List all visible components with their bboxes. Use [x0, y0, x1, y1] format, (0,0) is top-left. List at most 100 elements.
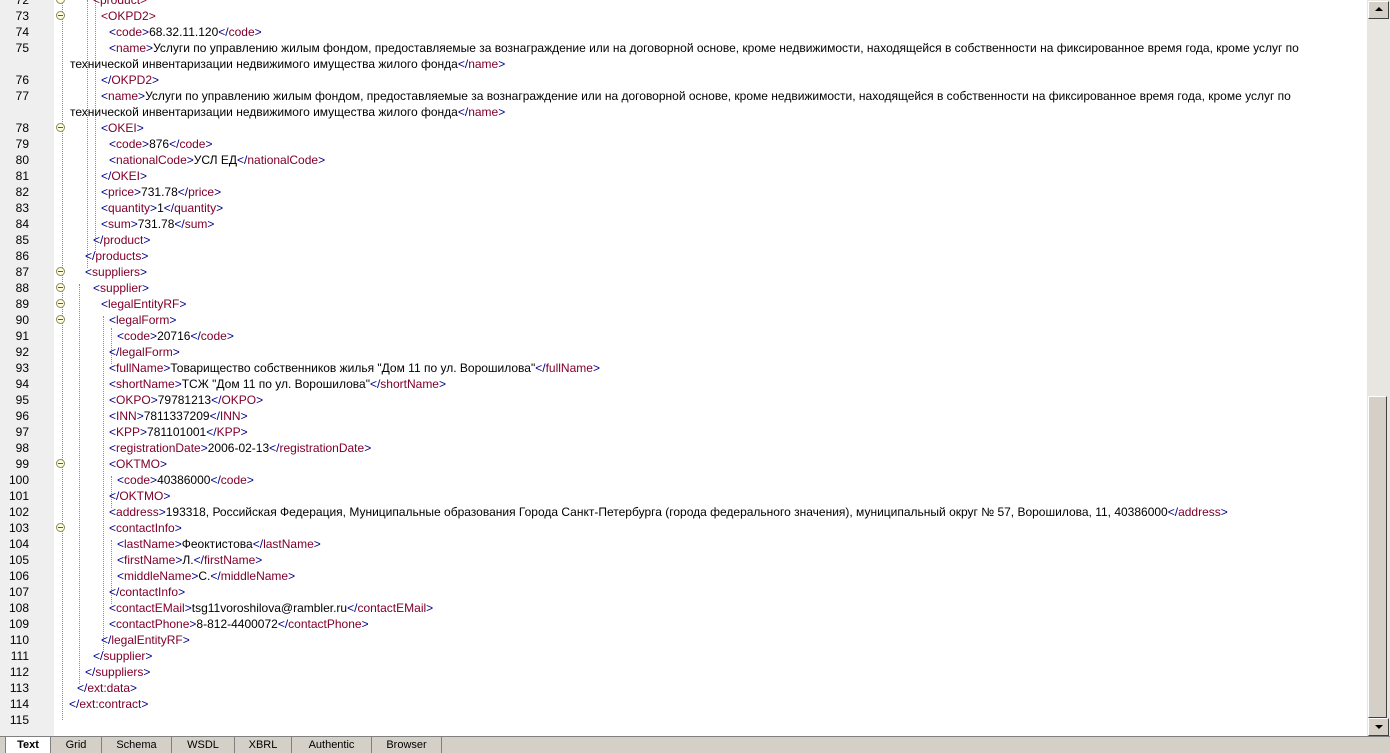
- line-number: 90: [15, 313, 29, 327]
- xml-tag-name: middleName: [124, 569, 192, 583]
- code-line[interactable]: 101 </OKTMO>: [0, 488, 1367, 504]
- tab-browser[interactable]: Browser: [372, 737, 442, 753]
- scroll-thumb[interactable]: [1368, 396, 1387, 718]
- vertical-scrollbar[interactable]: [1367, 0, 1390, 736]
- xml-bracket: <: [109, 137, 117, 151]
- fold-toggle-icon[interactable]: [56, 0, 65, 4]
- tab-authentic[interactable]: Authentic: [292, 737, 372, 753]
- fold-toggle-icon[interactable]: [56, 523, 65, 532]
- code-line[interactable]: 107 </contactInfo>: [0, 584, 1367, 600]
- scroll-up-button[interactable]: [1368, 1, 1389, 19]
- code-text: <supplier>: [70, 280, 1367, 296]
- code-line[interactable]: 97 <KPP>781101001</KPP>: [0, 424, 1367, 440]
- tab-schema[interactable]: Schema: [102, 737, 172, 753]
- code-text: <code>876</code>: [70, 136, 1367, 152]
- code-line[interactable]: 104 <lastName>Феоктистова</lastName>: [0, 536, 1367, 552]
- code-line[interactable]: 94 <shortName>ТСЖ "Дом 11 по ул. Ворошило…: [0, 376, 1367, 392]
- xml-bracket: </: [101, 73, 112, 87]
- code-line[interactable]: 92 </legalForm>: [0, 344, 1367, 360]
- xml-bracket: >: [182, 633, 190, 647]
- code-line[interactable]: 81 </OKEI>: [0, 168, 1367, 184]
- code-line[interactable]: 88 <supplier>: [0, 280, 1367, 296]
- code-line[interactable]: 105 <firstName>Л.</firstName>: [0, 552, 1367, 568]
- xml-bracket: >: [174, 521, 182, 535]
- code-line[interactable]: 115: [0, 712, 1367, 728]
- code-line[interactable]: 98 <registrationDate>2006-02-13</registra…: [0, 440, 1367, 456]
- xml-text-value: Феоктистова: [181, 537, 253, 551]
- xml-text-value: 7811337209: [143, 409, 210, 423]
- tab-wsdl[interactable]: WSDL: [172, 737, 235, 753]
- code-text: <OKEI>: [70, 120, 1367, 136]
- fold-toggle-icon[interactable]: [56, 283, 65, 292]
- code-line[interactable]: 99 <OKTMO>: [0, 456, 1367, 472]
- code-line[interactable]: 89 <legalEntityRF>: [0, 296, 1367, 312]
- code-line[interactable]: 79 <code>876</code>: [0, 136, 1367, 152]
- tab-grid[interactable]: Grid: [51, 737, 102, 753]
- code-line[interactable]: 113 </ext:data>: [0, 680, 1367, 696]
- code-line[interactable]: 84 <sum>731.78</sum>: [0, 216, 1367, 232]
- code-line[interactable]: 106 <middleName>С.</middleName>: [0, 568, 1367, 584]
- scroll-down-button[interactable]: [1368, 718, 1389, 736]
- fold-toggle-icon[interactable]: [56, 315, 65, 324]
- xml-text-value: 8-812-4400072: [196, 617, 278, 631]
- code-line[interactable]: 78 <OKEI>: [0, 120, 1367, 136]
- xml-text-editor[interactable]: 72 <product> 73 <OKPD2> 74 <code>68.32.11.120…: [0, 0, 1367, 736]
- xml-bracket: </: [252, 537, 264, 551]
- code-line[interactable]: 100 <code>40386000</code>: [0, 472, 1367, 488]
- xml-bracket: <: [101, 185, 109, 199]
- code-line[interactable]: 77 <name>Услуги по управлению жилым фондо…: [0, 88, 1367, 120]
- code-line[interactable]: 110 </legalEntityRF>: [0, 632, 1367, 648]
- code-text: <quantity>1</quantity>: [70, 200, 1367, 216]
- code-line[interactable]: 82 <price>731.78</price>: [0, 184, 1367, 200]
- code-text: <contactPhone>8-812-4400072</contactPhon…: [70, 616, 1367, 632]
- code-line[interactable]: 85 </product>: [0, 232, 1367, 248]
- code-line[interactable]: 112 </suppliers>: [0, 664, 1367, 680]
- fold-toggle-icon[interactable]: [56, 299, 65, 308]
- line-number: 87: [15, 265, 29, 279]
- code-line[interactable]: 74 <code>68.32.11.120</code>: [0, 24, 1367, 40]
- code-line[interactable]: 80 <nationalCode>УСЛ ЕД</nationalCode>: [0, 152, 1367, 168]
- xml-tag-name: fullName: [116, 361, 164, 375]
- code-line[interactable]: 86 </products>: [0, 248, 1367, 264]
- xml-bracket: </: [457, 57, 469, 71]
- code-line[interactable]: 73 <OKPD2>: [0, 8, 1367, 24]
- code-line[interactable]: 103 <contactInfo>: [0, 520, 1367, 536]
- code-text: </ext:contract>: [69, 696, 1367, 712]
- xml-text-value: 20716: [157, 329, 191, 343]
- xml-bracket: >: [136, 121, 144, 135]
- xml-tag-name: quantity: [108, 201, 151, 215]
- xml-bracket: </: [109, 585, 120, 599]
- code-line[interactable]: 109 <contactPhone>8-812-4400072</contactP…: [0, 616, 1367, 632]
- code-line[interactable]: 72 <product>: [0, 0, 1367, 8]
- code-text: </supplier>: [70, 648, 1367, 664]
- code-line[interactable]: 102 <address>193318, Российская Федерация…: [0, 504, 1367, 520]
- code-line[interactable]: 93 <fullName>Товарищество собственников ж…: [0, 360, 1367, 376]
- code-line[interactable]: 108 <contactEMail>tsg11voroshilova@ramble…: [0, 600, 1367, 616]
- code-text: <OKTMO>: [70, 456, 1367, 472]
- line-number: 113: [9, 681, 29, 695]
- line-number: 81: [15, 169, 29, 183]
- code-line[interactable]: 83 <quantity>1</quantity>: [0, 200, 1367, 216]
- tab-text[interactable]: Text: [5, 737, 51, 753]
- xml-bracket: <: [109, 153, 117, 167]
- tab-xbrl[interactable]: XBRL: [235, 737, 292, 753]
- code-line[interactable]: 75 <name>Услуги по управлению жилым фондо…: [0, 40, 1367, 72]
- code-line[interactable]: 114 </ext:contract>: [0, 696, 1367, 712]
- code-line[interactable]: 87 <suppliers>: [0, 264, 1367, 280]
- code-line[interactable]: 96 <INN>7811337209</INN>: [0, 408, 1367, 424]
- xml-bracket: </: [211, 393, 222, 407]
- xml-tag-name: price: [188, 185, 215, 199]
- fold-toggle-icon[interactable]: [56, 123, 65, 132]
- code-text: <fullName>Товарищество собственников жил…: [70, 360, 1367, 376]
- code-line[interactable]: 76 </OKPD2>: [0, 72, 1367, 88]
- fold-toggle-icon[interactable]: [56, 11, 65, 20]
- code-text: </OKPD2>: [70, 72, 1367, 88]
- fold-toggle-icon[interactable]: [56, 267, 65, 276]
- xml-bracket: <: [109, 377, 117, 391]
- code-line[interactable]: 95 <OKPO>79781213</OKPO>: [0, 392, 1367, 408]
- fold-toggle-icon[interactable]: [56, 459, 65, 468]
- code-line[interactable]: 111 </supplier>: [0, 648, 1367, 664]
- code-line[interactable]: 91 <code>20716</code>: [0, 328, 1367, 344]
- code-line[interactable]: 90 <legalForm>: [0, 312, 1367, 328]
- xml-tag-name: code: [124, 473, 151, 487]
